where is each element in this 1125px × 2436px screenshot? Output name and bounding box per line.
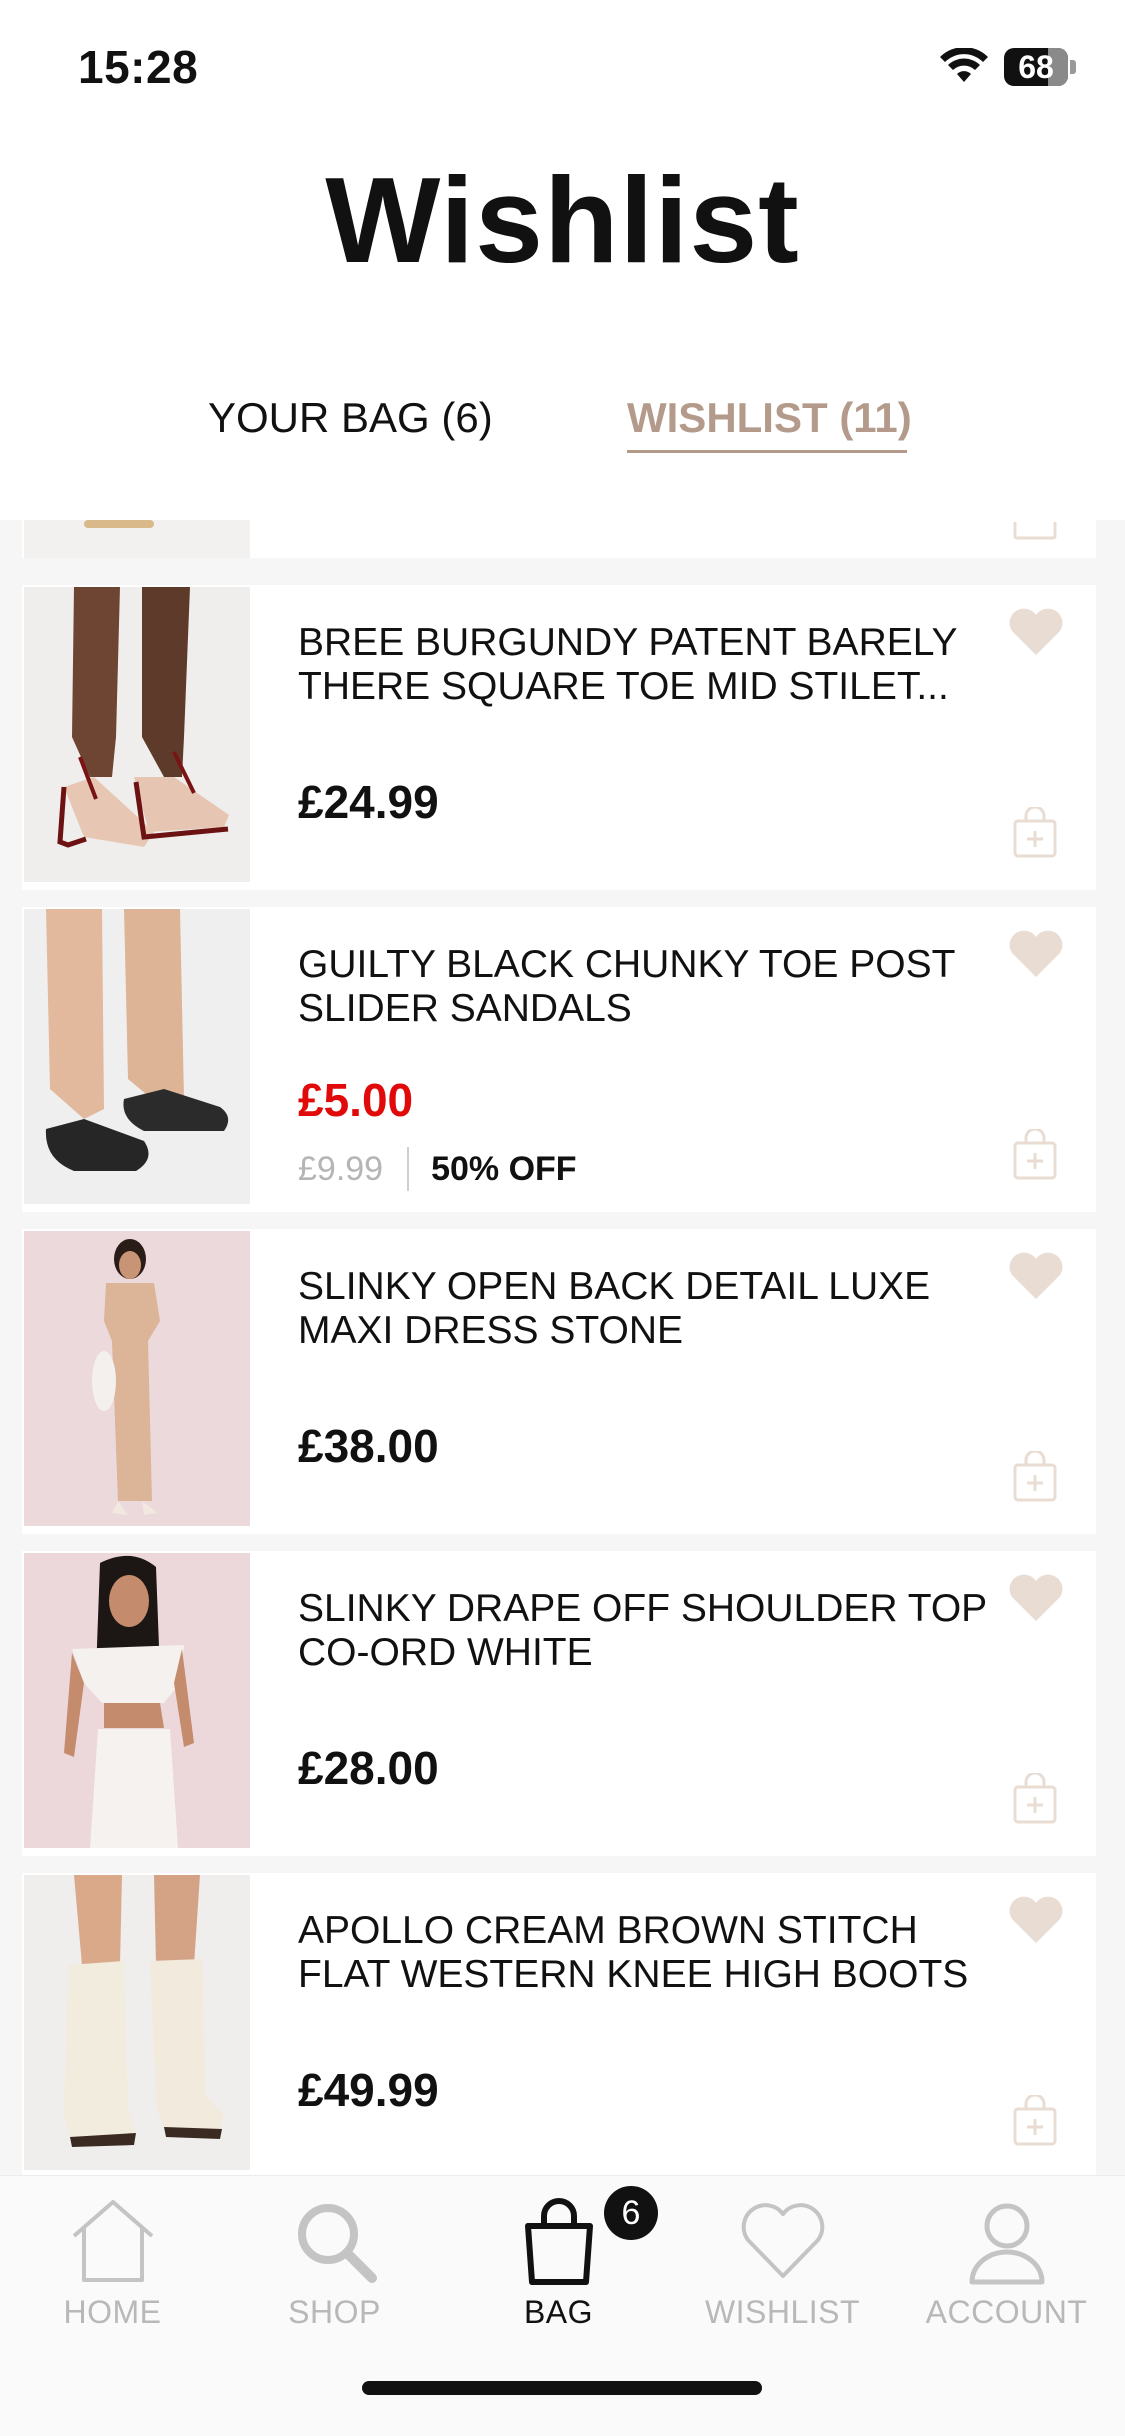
shopping-bag-icon: [524, 2198, 593, 2285]
status-bar: 15:28 68: [0, 0, 1125, 130]
status-time: 15:28: [78, 41, 199, 93]
wishlist-list[interactable]: BREE BURGUNDY PATENT BARELY THERE SQUARE…: [0, 520, 1125, 2175]
sale-price: £5.00: [298, 1074, 414, 1126]
list-item[interactable]: BREE BURGUNDY PATENT BARELY THERE SQUARE…: [22, 585, 1096, 890]
product-name[interactable]: GUILTY BLACK CHUNKY TOE POST SLIDER SAND…: [298, 943, 998, 1031]
divider: [407, 1147, 410, 1191]
wifi-icon: [940, 48, 988, 82]
list-item[interactable]: GUILTY BLACK CHUNKY TOE POST SLIDER SAND…: [22, 907, 1096, 1212]
page-title: Wishlist: [325, 152, 800, 288]
list-item[interactable]: SLINKY DRAPE OFF SHOULDER TOP CO-ORD WHI…: [22, 1551, 1096, 1856]
product-price: £49.99: [298, 2064, 439, 2116]
add-to-bag-icon[interactable]: [1012, 520, 1058, 540]
product-image[interactable]: [24, 520, 250, 558]
tabbar-label: ACCOUNT: [925, 2294, 1088, 2330]
bag-count-badge: 6: [604, 2186, 658, 2240]
tabbar-shop[interactable]: SHOP: [222, 2196, 447, 2336]
list-item-partial[interactable]: [22, 520, 1096, 558]
price-details: £9.99 50% OFF: [298, 1147, 577, 1191]
product-image[interactable]: [24, 1875, 250, 2170]
product-image[interactable]: [24, 1553, 250, 1848]
home-icon: [72, 2200, 153, 2282]
product-price: £38.00: [298, 1420, 439, 1472]
product-price: £28.00: [298, 1742, 439, 1794]
heart-icon[interactable]: [1007, 929, 1065, 979]
home-indicator[interactable]: [362, 2381, 762, 2395]
add-to-bag-icon[interactable]: [1012, 1451, 1058, 1503]
was-price: £9.99: [298, 1149, 384, 1188]
tab-your-bag[interactable]: YOUR BAG (6): [208, 394, 493, 442]
product-name[interactable]: APOLLO CREAM BROWN STITCH FLAT WESTERN K…: [298, 1909, 998, 1997]
add-to-bag-icon[interactable]: [1012, 807, 1058, 859]
tabbar-wishlist[interactable]: WISHLIST: [670, 2196, 895, 2336]
heart-icon[interactable]: [1007, 1251, 1065, 1301]
battery-level: 68: [1018, 49, 1054, 85]
heart-icon[interactable]: [1007, 1895, 1065, 1945]
tabbar-home[interactable]: HOME: [0, 2196, 225, 2336]
add-to-bag-icon[interactable]: [1012, 1129, 1058, 1181]
tabbar-label: SHOP: [288, 2294, 381, 2330]
list-item[interactable]: APOLLO CREAM BROWN STITCH FLAT WESTERN K…: [22, 1873, 1096, 2175]
heart-icon[interactable]: [1007, 1573, 1065, 1623]
product-price: £24.99: [298, 776, 439, 828]
account-icon: [969, 2203, 1044, 2285]
product-name[interactable]: SLINKY OPEN BACK DETAIL LUXE MAXI DRESS …: [298, 1265, 998, 1353]
add-to-bag-icon[interactable]: [1012, 1773, 1058, 1825]
search-icon: [297, 2204, 377, 2283]
tab-wishlist[interactable]: WISHLIST (11): [627, 394, 912, 442]
bottom-tab-bar: HOME SHOP BAG WISHLIST ACCOUNT: [0, 2175, 1125, 2436]
tabbar-label: WISHLIST: [704, 2294, 861, 2330]
tabbar-label: BAG: [523, 2294, 594, 2330]
active-tab-underline: [627, 450, 907, 453]
heart-icon[interactable]: [1007, 607, 1065, 657]
product-name[interactable]: BREE BURGUNDY PATENT BARELY THERE SQUARE…: [298, 621, 998, 709]
tabbar-label: HOME: [63, 2294, 162, 2330]
add-to-bag-icon[interactable]: [1012, 2095, 1058, 2147]
product-image[interactable]: [24, 1231, 250, 1526]
product-name[interactable]: SLINKY DRAPE OFF SHOULDER TOP CO-ORD WHI…: [298, 1587, 998, 1675]
discount-badge: 50% OFF: [431, 1149, 577, 1188]
product-image[interactable]: [24, 909, 250, 1204]
heart-icon: [741, 2203, 824, 2278]
product-image[interactable]: [24, 587, 250, 882]
list-item[interactable]: SLINKY OPEN BACK DETAIL LUXE MAXI DRESS …: [22, 1229, 1096, 1534]
tabbar-account[interactable]: ACCOUNT: [894, 2196, 1119, 2336]
